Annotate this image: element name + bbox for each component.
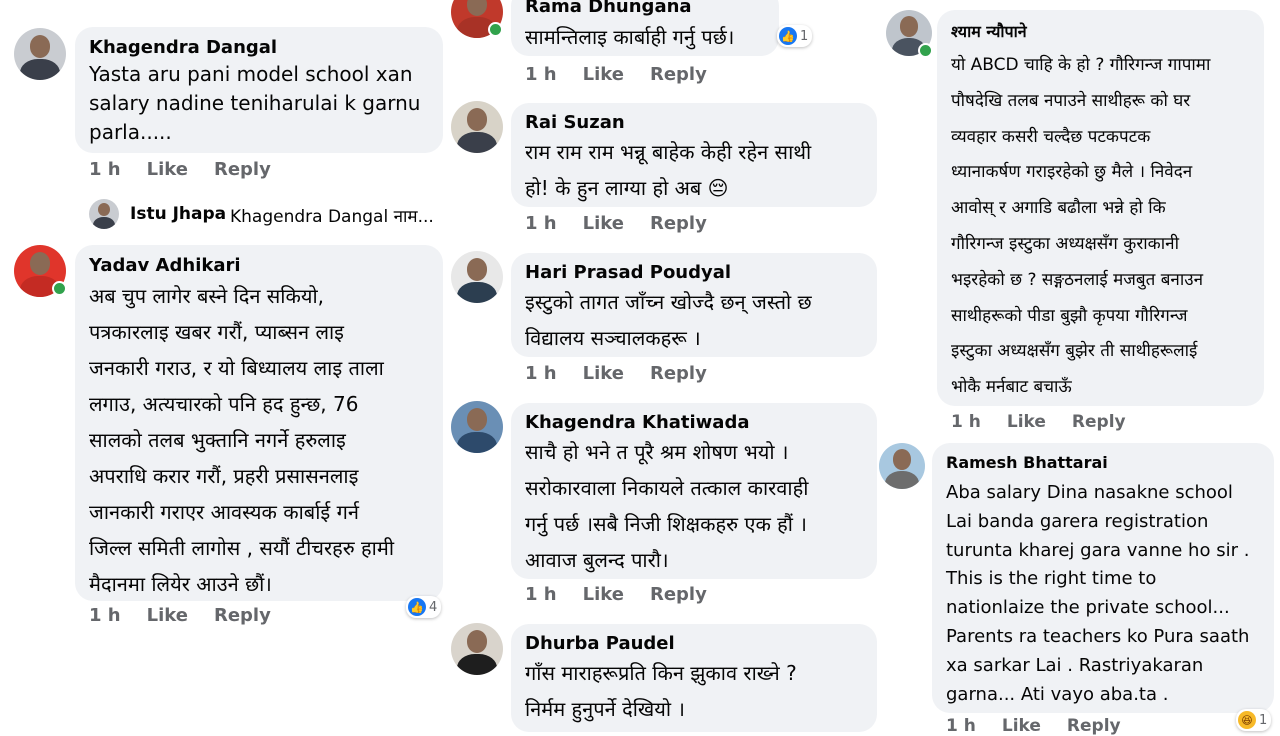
timestamp[interactable]: 1 h	[525, 584, 557, 605]
like-button[interactable]: Like	[147, 159, 188, 180]
comment-author[interactable]: Yadav Adhikari	[89, 255, 241, 276]
like-button[interactable]: Like	[583, 363, 624, 384]
avatar[interactable]	[879, 443, 925, 489]
comment-author[interactable]: Ramesh Bhattarai	[946, 453, 1108, 472]
timestamp[interactable]: 1 h	[946, 716, 976, 736]
reply-snippet: Khagendra Dangal नाम...	[230, 207, 434, 227]
haha-reaction-icon: 😆	[1238, 711, 1256, 729]
comment-author[interactable]: Khagendra Dangal	[89, 37, 277, 58]
reply-button[interactable]: Reply	[214, 159, 271, 180]
timestamp[interactable]: 1 h	[525, 213, 557, 234]
reaction-summary[interactable]: 👍 1	[777, 25, 813, 47]
comment-actions: 1 h Like Reply	[525, 363, 733, 384]
reaction-count: 1	[800, 28, 809, 44]
online-indicator	[52, 281, 67, 296]
comment-actions: 1 h Like Reply	[525, 213, 733, 234]
avatar[interactable]	[451, 401, 503, 453]
comment-actions: 1 h Like Reply	[89, 605, 297, 626]
online-indicator	[488, 22, 503, 37]
reply-button[interactable]: Reply	[214, 605, 271, 626]
timestamp[interactable]: 1 h	[525, 64, 557, 85]
like-button[interactable]: Like	[1007, 412, 1046, 432]
comment-text: राम राम राम भन्नू बाहेक केही रहेन साथी ह…	[525, 140, 812, 200]
like-button[interactable]: Like	[583, 64, 624, 85]
comment-author[interactable]: Rama Dhungana	[525, 0, 692, 17]
comment-actions: 1 h Like Reply	[946, 716, 1147, 736]
reply-button[interactable]: Reply	[650, 213, 707, 234]
comment-text: Aba salary Dina nasakne school Lai banda…	[946, 482, 1250, 705]
like-button[interactable]: Like	[1002, 716, 1041, 736]
online-indicator	[918, 43, 933, 58]
reply-button[interactable]: Reply	[650, 584, 707, 605]
comment-author[interactable]: Khagendra Khatiwada	[525, 412, 749, 433]
like-button[interactable]: Like	[583, 213, 624, 234]
comment-text: इस्टुको तागत जाँच्न खोज्दै छन् जस्तो छ व…	[525, 290, 812, 350]
like-reaction-icon: 👍	[779, 27, 797, 45]
comment-actions: 1 h Like Reply	[525, 584, 733, 605]
avatar[interactable]	[451, 101, 503, 153]
comment-actions: 1 h Like Reply	[525, 64, 733, 85]
timestamp[interactable]: 1 h	[951, 412, 981, 432]
comment-author[interactable]: श्याम न्यौपाने	[951, 20, 1027, 42]
reaction-count: 1	[1259, 712, 1268, 728]
reply-author[interactable]: Istu Jhapa	[130, 204, 226, 224]
comment-actions: 1 h Like Reply	[951, 412, 1152, 432]
timestamp[interactable]: 1 h	[89, 605, 121, 626]
reply-button[interactable]: Reply	[650, 363, 707, 384]
reply-button[interactable]: Reply	[1067, 716, 1121, 736]
avatar[interactable]	[14, 28, 66, 80]
avatar	[89, 199, 119, 229]
reaction-count: 4	[429, 599, 438, 615]
reply-button[interactable]: Reply	[1072, 412, 1126, 432]
comment-actions: 1 h Like Reply	[89, 159, 297, 180]
avatar[interactable]	[451, 623, 503, 675]
timestamp[interactable]: 1 h	[525, 363, 557, 384]
avatar[interactable]	[451, 251, 503, 303]
comment-author[interactable]: Rai Suzan	[525, 112, 625, 133]
like-button[interactable]: Like	[147, 605, 188, 626]
reply-button[interactable]: Reply	[650, 64, 707, 85]
reaction-summary[interactable]: 👍 4	[406, 596, 442, 618]
comment-author[interactable]: Hari Prasad Poudyal	[525, 262, 731, 283]
comment-text: यो ABCD चाहि के हो ? गौरिगन्ज गापामा पौष…	[951, 55, 1211, 398]
comment-text: सामन्तिलाइ कार्बाही गर्नु पर्छ।	[525, 25, 735, 49]
timestamp[interactable]: 1 h	[89, 159, 121, 180]
comment-text: Yasta aru pani model school xan salary n…	[89, 62, 421, 144]
comment-text: गाँस माराहरूप्रति किन झुकाव राख्ने ? निर…	[525, 661, 797, 721]
comment-author[interactable]: Dhurba Paudel	[525, 633, 675, 654]
like-reaction-icon: 👍	[408, 598, 426, 616]
comment-text: साचै हो भने त पूरै श्रम शोषण भयो । सरोका…	[525, 440, 809, 572]
like-button[interactable]: Like	[583, 584, 624, 605]
reaction-summary[interactable]: 😆 1	[1236, 709, 1272, 731]
comment-text: अब चुप लागेर बस्ने दिन सकियो, पत्रकारलाइ…	[89, 284, 395, 596]
